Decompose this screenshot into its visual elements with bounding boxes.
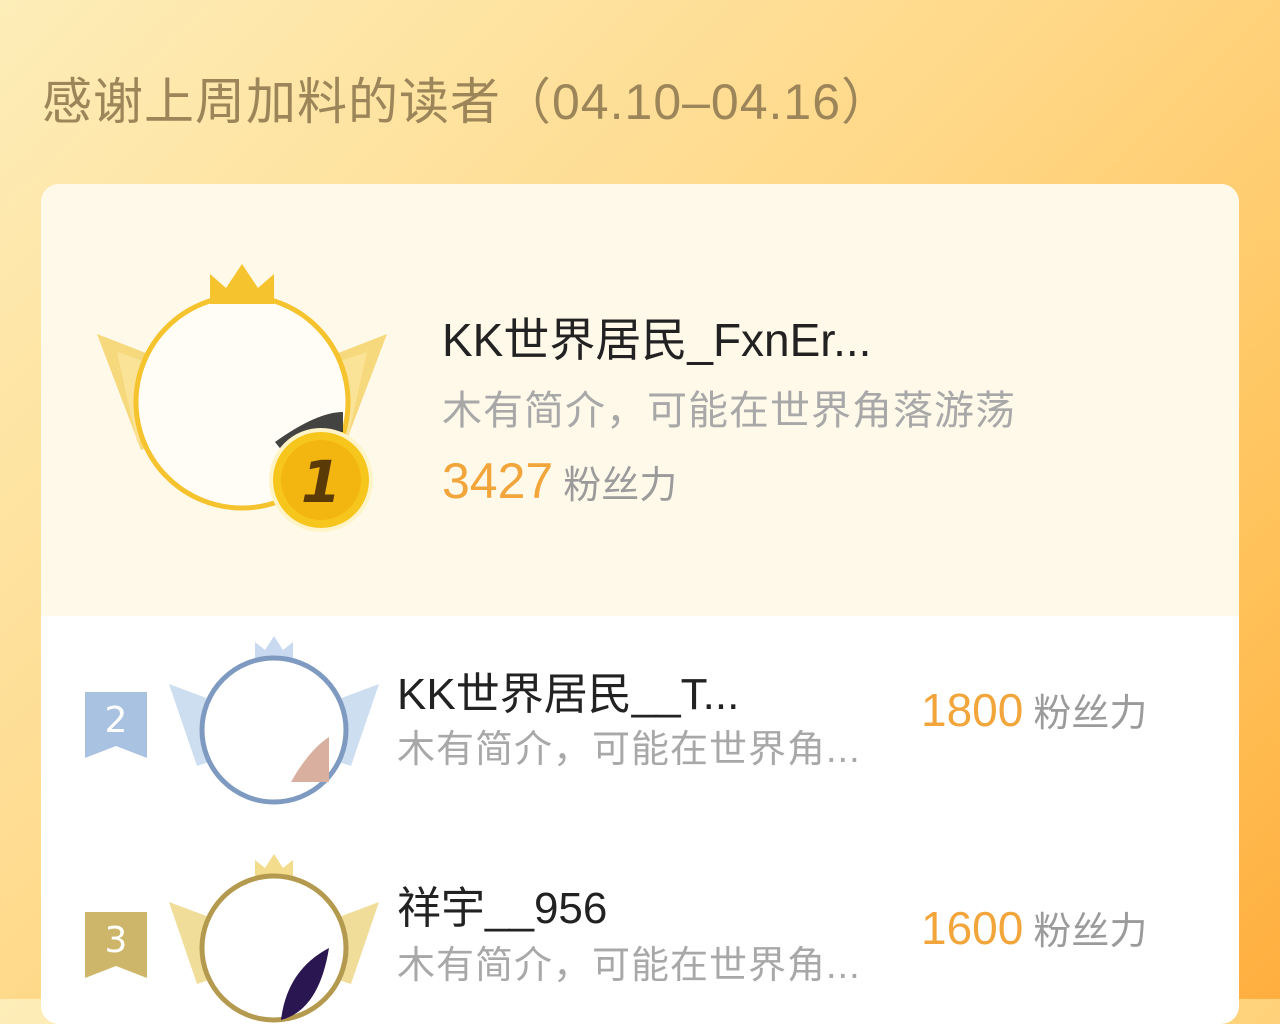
leader-name[interactable]: 祥宇__956 xyxy=(397,872,607,936)
leader-item-2[interactable]: 2 KK世界居民__T... 木有简介，可能在世界角... 1800 粉丝力 xyxy=(41,624,1239,844)
avatar-frame-silver[interactable] xyxy=(169,632,379,832)
page-title: 感谢上周加料的读者（04.10–04.16） xyxy=(42,74,893,130)
avatar xyxy=(199,873,349,1023)
crown-icon xyxy=(210,264,274,304)
silver-ribbon-icon: 2 xyxy=(85,692,147,758)
leader-score: 3427 粉丝力 xyxy=(442,452,677,510)
avatar-frame-bronze[interactable] xyxy=(169,850,379,1024)
score-value: 1600 xyxy=(921,902,1024,954)
score-unit: 粉丝力 xyxy=(1033,911,1148,953)
leader-score: 1600 粉丝力 xyxy=(921,900,1147,955)
bronze-ribbon-icon: 3 xyxy=(85,912,147,978)
gold-medal-icon: 1 xyxy=(269,428,373,532)
score-unit: 粉丝力 xyxy=(1033,693,1148,735)
leader-bio: 木有简介，可能在世界角... xyxy=(397,945,861,987)
leader-item-1[interactable]: 1 KK世界居民_FxnEr... 木有简介，可能在世界角落游荡 3427 粉丝力 xyxy=(41,184,1239,616)
score-unit: 粉丝力 xyxy=(563,465,678,507)
leader-item-3[interactable]: 3 祥宇__956 木有简介，可能在世界角... 1600 粉丝力 xyxy=(41,840,1239,1024)
leader-bio: 木有简介，可能在世界角... xyxy=(397,729,861,771)
leader-name[interactable]: KK世界居民_FxnEr... xyxy=(442,304,871,370)
leader-bio: 木有简介，可能在世界角落游荡 xyxy=(442,389,1016,433)
score-value: 3427 xyxy=(442,453,554,509)
svg-text:1: 1 xyxy=(301,448,341,516)
svg-text:2: 2 xyxy=(105,700,128,741)
leader-score: 1800 粉丝力 xyxy=(921,682,1147,737)
svg-text:3: 3 xyxy=(105,920,128,961)
avatar-frame-gold[interactable]: 1 xyxy=(97,262,397,542)
score-value: 1800 xyxy=(921,684,1024,736)
leaderboard-card: 1 KK世界居民_FxnEr... 木有简介，可能在世界角落游荡 3427 粉丝力… xyxy=(41,184,1239,1024)
leader-name[interactable]: KK世界居民__T... xyxy=(397,658,739,722)
